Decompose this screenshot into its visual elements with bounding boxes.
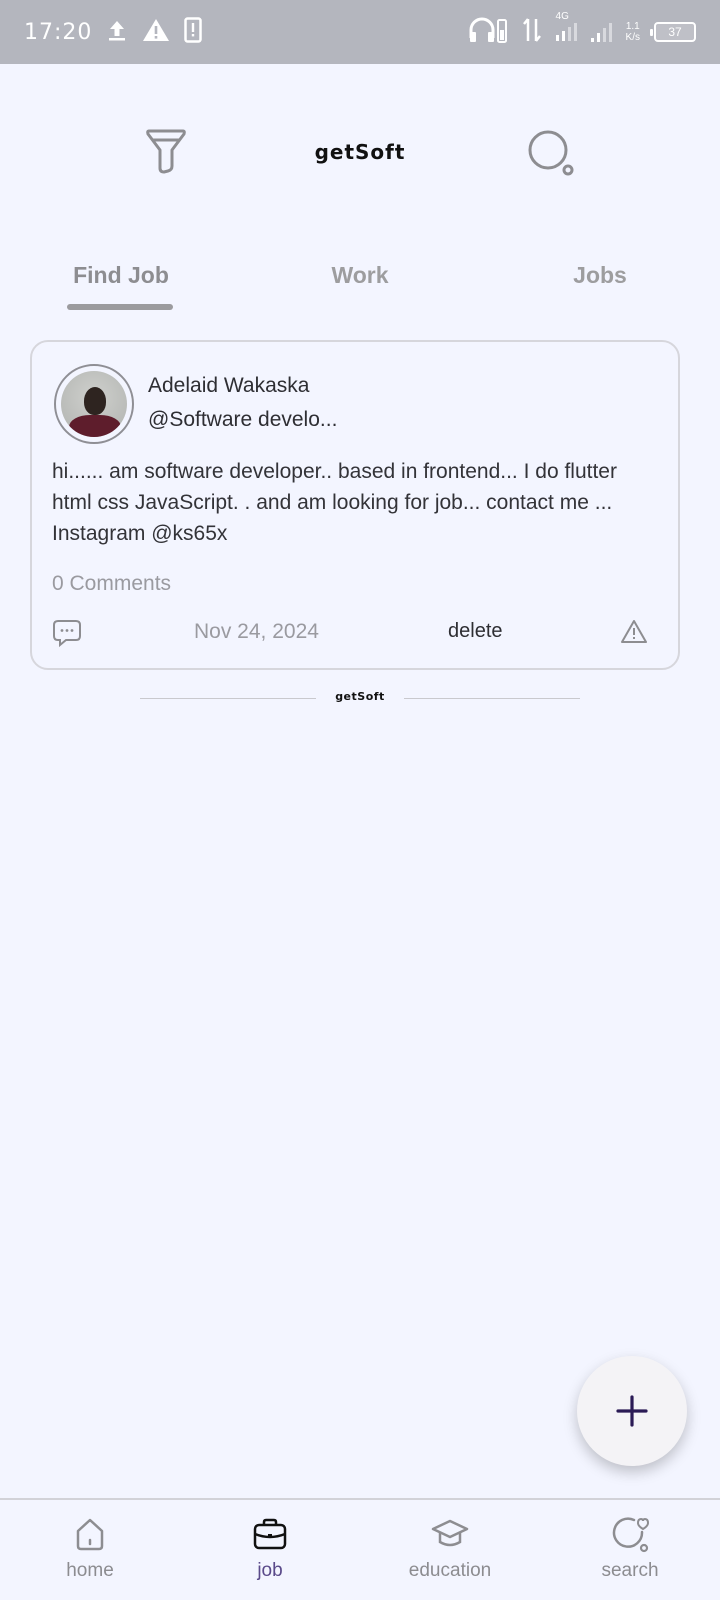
status-time: 17:20: [24, 19, 93, 45]
app-title: getSoft: [314, 140, 406, 164]
tab-work[interactable]: Work: [310, 262, 410, 289]
status-bar-left: 17:20: [24, 16, 203, 48]
divider-label: getSoft: [335, 690, 385, 703]
search-heart-icon: [612, 1517, 650, 1553]
warning-icon: [142, 18, 170, 47]
tab-active-indicator: [67, 304, 173, 310]
post-text: hi...... am software developer.. based i…: [52, 460, 617, 545]
avatar-photo: [61, 371, 127, 437]
divider-line-left: [140, 698, 316, 699]
author-handle: @Software develo...: [148, 408, 338, 431]
nav-job[interactable]: job: [210, 1514, 330, 1582]
plus-icon: [616, 1395, 648, 1427]
status-bar: 17:20 4G 1.1 K/s 37: [0, 0, 720, 64]
nav-home[interactable]: home: [30, 1514, 150, 1582]
tab-find-job[interactable]: Find Job: [62, 262, 180, 289]
divider-line-right: [404, 698, 580, 699]
app-header: getSoft: [0, 64, 720, 244]
nav-education-label: education: [408, 1560, 492, 1581]
upload-icon: [106, 18, 128, 47]
nav-search-label: search: [601, 1560, 659, 1581]
network-speed: 1.1 K/s: [626, 21, 640, 43]
comment-icon[interactable]: [52, 618, 82, 648]
signal-4g: 4G: [555, 11, 577, 41]
report-icon[interactable]: [620, 618, 648, 646]
tab-bar: Find Job Work Jobs: [0, 262, 720, 312]
nav-search[interactable]: search: [570, 1514, 690, 1582]
tab-jobs[interactable]: Jobs: [550, 262, 650, 289]
search-button[interactable]: [526, 128, 576, 178]
avatar[interactable]: [54, 364, 134, 444]
network-type: 4G: [555, 11, 569, 22]
graduation-cap-icon: [431, 1519, 469, 1547]
battery-icon: 37: [650, 22, 696, 42]
home-icon: [76, 1518, 104, 1551]
author-name[interactable]: Adelaid Wakaska: [148, 374, 309, 398]
data-transfer-icon: [522, 17, 542, 48]
battery-level: 37: [668, 25, 682, 39]
briefcase-icon: [253, 1518, 287, 1550]
bottom-navigation: home job education search: [0, 1498, 720, 1600]
add-post-button[interactable]: [577, 1356, 687, 1466]
nav-job-label: job: [257, 1560, 283, 1581]
nav-home-label: home: [66, 1560, 114, 1581]
delete-button[interactable]: delete: [448, 620, 503, 643]
comments-count[interactable]: 0 Comments: [52, 572, 171, 596]
headphones-icon: [468, 16, 508, 49]
search-icon: [528, 130, 574, 176]
speed-unit: K/s: [625, 32, 640, 43]
status-bar-right: 4G 1.1 K/s 37: [468, 11, 696, 49]
phone-alert-icon: [184, 16, 203, 48]
post-card[interactable]: Adelaid Wakaska @Software develo... hi..…: [30, 340, 680, 670]
nav-education[interactable]: education: [390, 1514, 510, 1582]
feed-end-divider: getSoft: [0, 690, 720, 710]
post-date: Nov 24, 2024: [194, 620, 319, 643]
speed-value: 1.1: [625, 21, 640, 32]
signal-bars-icon: [590, 22, 612, 42]
